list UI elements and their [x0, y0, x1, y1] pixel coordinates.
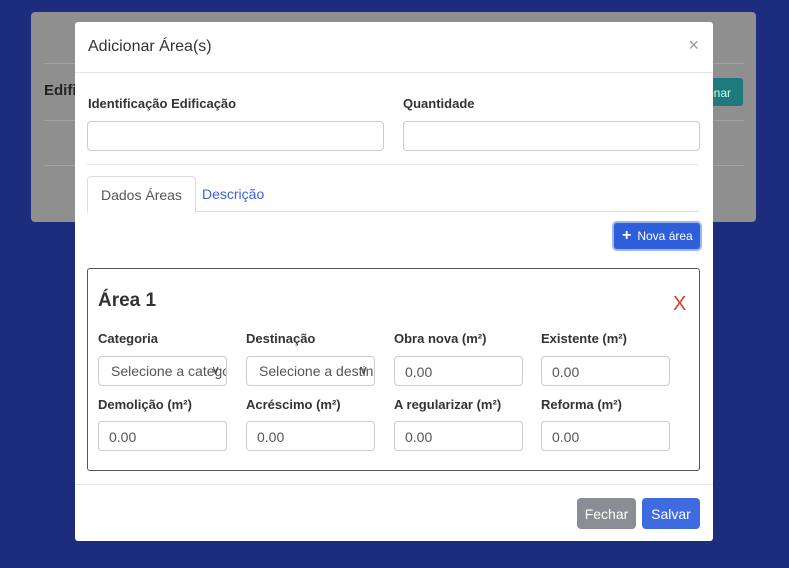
new-area-label: Nova área — [637, 229, 693, 243]
quantidade-input[interactable] — [403, 121, 700, 151]
reforma-input[interactable]: 0.00 — [541, 421, 670, 451]
add-area-modal: Adicionar Área(s) × Identificação Edific… — [75, 22, 713, 541]
modal-header: Adicionar Área(s) × — [75, 22, 713, 73]
remove-area-icon[interactable]: X — [673, 293, 686, 316]
obra-nova-input[interactable]: 0.00 — [394, 356, 523, 386]
identificacao-input[interactable] — [87, 121, 384, 151]
categoria-value: Selecione a categoria — [111, 363, 226, 379]
categoria-label: Categoria — [98, 331, 158, 346]
tab-dados-areas[interactable]: Dados Áreas — [87, 176, 196, 213]
destinacao-label: Destinação — [246, 331, 316, 346]
demolicao-input[interactable]: 0.00 — [98, 421, 227, 451]
tab-bar: Dados Áreas Descrição — [87, 176, 699, 213]
obra-nova-label: Obra nova (m²) — [394, 331, 487, 346]
destinacao-select[interactable]: Selecione a destinação ∨ — [246, 356, 375, 386]
tab-descricao[interactable]: Descrição — [189, 176, 277, 212]
close-icon[interactable]: × — [688, 35, 699, 56]
new-area-button[interactable]: + Nova área — [614, 223, 700, 249]
area-title: Área 1 — [98, 290, 157, 311]
acrescimo-label: Acréscimo (m²) — [246, 397, 341, 412]
regularizar-label: A regularizar (m²) — [394, 397, 502, 412]
acrescimo-input[interactable]: 0.00 — [246, 421, 375, 451]
chevron-down-icon: ∨ — [211, 363, 220, 377]
reforma-label: Reforma (m²) — [541, 397, 622, 412]
background-title: Edifi — [44, 82, 77, 99]
quantidade-label: Quantidade — [403, 96, 475, 111]
existente-label: Existente (m²) — [541, 331, 627, 346]
modal-title: Adicionar Área(s) — [88, 38, 212, 55]
identificacao-label: Identificação Edificação — [88, 96, 237, 111]
demolicao-label: Demolição (m²) — [98, 397, 192, 412]
area-card: Área 1 X Categoria Selecione a categoria… — [87, 268, 700, 471]
footer-divider — [75, 484, 713, 485]
categoria-select[interactable]: Selecione a categoria ∨ — [98, 356, 227, 386]
form-divider — [87, 164, 699, 165]
plus-icon: + — [622, 227, 632, 244]
regularizar-input[interactable]: 0.00 — [394, 421, 523, 451]
existente-input[interactable]: 0.00 — [541, 356, 670, 386]
destinacao-value: Selecione a destinação — [259, 363, 374, 379]
chevron-down-icon: ∨ — [359, 363, 368, 377]
close-button[interactable]: Fechar — [577, 498, 636, 529]
save-button[interactable]: Salvar — [642, 498, 700, 529]
